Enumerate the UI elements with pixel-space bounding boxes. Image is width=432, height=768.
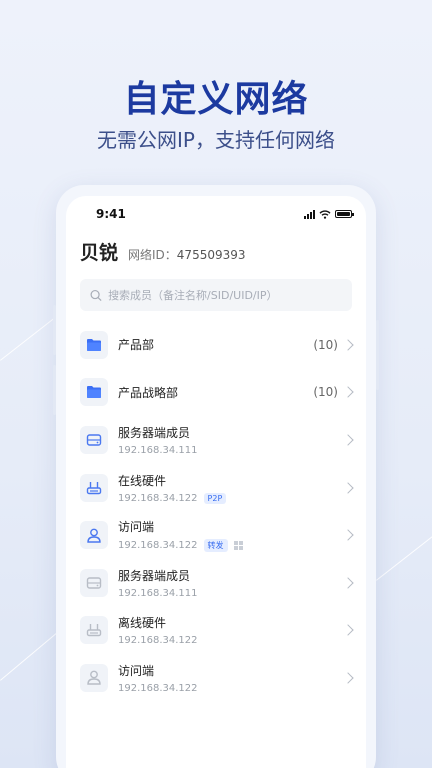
chevron-right-icon xyxy=(342,386,354,399)
folder-icon xyxy=(80,378,108,407)
status-icons xyxy=(304,209,354,219)
chevron-right-icon xyxy=(342,624,354,637)
item-ip: 192.168.34.122 xyxy=(118,540,198,552)
server-icon xyxy=(80,568,108,597)
member-count: (10) xyxy=(313,337,338,352)
list-item-group[interactable]: 产品部 (10) xyxy=(80,321,366,369)
team-name: 贝锐 xyxy=(80,242,119,264)
app-screen: 9:41 贝锐 网络ID：475509393 搜索成员（备注名称/SID/UID… xyxy=(66,196,366,768)
phone-side-button xyxy=(376,320,379,390)
list-item-member[interactable]: 离线硬件 192.168.34.122 xyxy=(80,607,366,655)
router-icon xyxy=(80,616,108,645)
connection-tag: P2P xyxy=(203,492,227,504)
wifi-icon xyxy=(319,209,331,219)
member-count: (10) xyxy=(313,385,338,400)
item-title: 产品部 xyxy=(118,338,155,353)
list-item-group[interactable]: 产品战略部 (10) xyxy=(80,369,366,417)
status-time: 9:41 xyxy=(96,207,126,221)
windows-icon xyxy=(233,541,243,551)
hero-subtitle: 无需公网IP，支持任何网络 xyxy=(97,128,335,152)
phone-side-button xyxy=(53,365,56,415)
item-ip: 192.168.34.111 xyxy=(118,444,198,456)
item-title: 在线硬件 xyxy=(118,473,167,488)
user-icon xyxy=(80,663,108,692)
list-item-member[interactable]: 服务器端成员 192.168.34.111 xyxy=(80,559,366,607)
chevron-right-icon xyxy=(342,672,354,684)
item-title: 服务器端成员 xyxy=(118,425,191,440)
server-icon xyxy=(80,425,108,454)
network-id-label: 网络ID： xyxy=(128,248,177,262)
item-title: 产品战略部 xyxy=(118,385,179,400)
chevron-right-icon xyxy=(342,481,354,494)
search-icon xyxy=(90,289,102,301)
status-bar: 9:41 xyxy=(66,196,366,232)
list-item-member[interactable]: 服务器端成员 192.168.34.111 xyxy=(80,416,366,464)
chevron-right-icon xyxy=(342,339,354,351)
hero-title: 自定义网络 xyxy=(123,79,309,120)
search-bar[interactable] xyxy=(80,279,352,311)
chevron-right-icon xyxy=(342,577,354,589)
user-icon xyxy=(80,521,108,550)
folder-icon xyxy=(80,330,108,359)
list-item-member[interactable]: 在线硬件 192.168.34.122 P2P xyxy=(80,464,366,512)
phone-side-button xyxy=(53,305,56,355)
signal-icon xyxy=(304,209,315,219)
item-title: 服务器端成员 xyxy=(118,568,191,583)
item-ip: 192.168.34.122 xyxy=(118,682,198,694)
battery-icon xyxy=(335,210,354,218)
item-title: 离线硬件 xyxy=(118,616,167,631)
team-header: 贝锐 网络ID：475509393 xyxy=(66,232,366,265)
search-input[interactable] xyxy=(108,288,342,302)
background-line xyxy=(376,530,432,581)
list-item-member[interactable]: 访问端 192.168.34.122 转发 xyxy=(80,511,366,559)
list-item-member[interactable]: 访问端 192.168.34.122 xyxy=(80,654,366,702)
network-id-value: 475509393 xyxy=(176,248,246,262)
item-ip: 192.168.34.111 xyxy=(118,587,198,599)
connection-tag: 转发 xyxy=(203,539,228,553)
router-icon xyxy=(80,473,108,502)
member-list: 产品部 (10) 产品战略部 (10) 服务器端成员 192.168.34.11… xyxy=(66,321,366,702)
chevron-right-icon xyxy=(342,434,354,446)
item-title: 访问端 xyxy=(118,663,155,678)
item-title: 访问端 xyxy=(118,520,155,535)
item-ip: 192.168.34.122 xyxy=(118,492,198,504)
chevron-right-icon xyxy=(342,529,354,541)
item-ip: 192.168.34.122 xyxy=(118,635,198,647)
